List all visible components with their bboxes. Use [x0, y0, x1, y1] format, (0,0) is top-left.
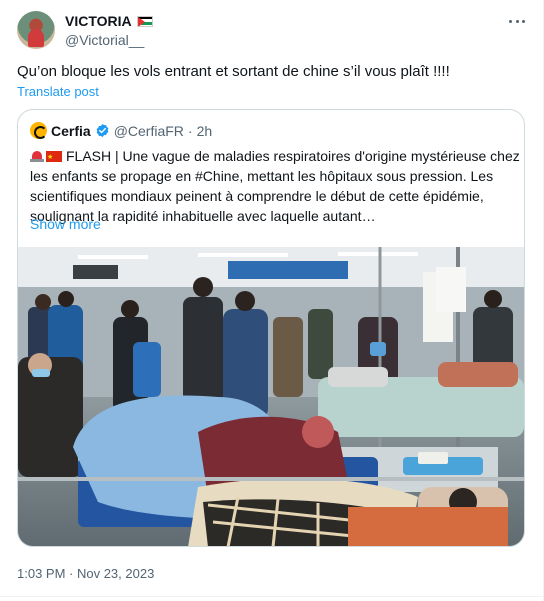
meta-separator: ·	[187, 122, 193, 139]
palestine-flag-icon	[136, 15, 153, 27]
author-handle[interactable]: @Victorial__	[65, 32, 144, 48]
post-timestamp[interactable]: 1:03 PM · Nov 23, 2023	[17, 566, 154, 581]
avatar-figure	[28, 29, 44, 47]
translate-post-link[interactable]: Translate post	[17, 84, 99, 99]
more-options-icon[interactable]	[506, 12, 528, 30]
quoted-tweet[interactable]: Cerfia @CerfiaFR · 2h FLASH | Une vague …	[17, 109, 525, 547]
quoted-tweet-text: FLASH | Une vague de maladies respiratoi…	[30, 146, 520, 226]
quoted-author-handle[interactable]: @CerfiaFR	[114, 123, 184, 139]
china-flag-icon	[46, 148, 62, 168]
verified-badge-icon	[96, 123, 109, 138]
quoted-post-age[interactable]: 2h	[197, 123, 213, 139]
tweet-text: Qu’on bloque les vols entrant et sortant…	[17, 63, 450, 80]
tweet-card: VICTORIA @Victorial__ Qu’on bloque les v…	[0, 0, 544, 601]
author-avatar[interactable]	[17, 11, 55, 49]
cerfia-avatar-icon[interactable]	[30, 122, 47, 139]
quoted-text-line-3: scientifiques mondiaux peinent à compren…	[30, 188, 484, 204]
hospital-corridor-photo[interactable]	[18, 247, 524, 546]
show-more-link[interactable]: Show more	[30, 216, 101, 232]
quoted-tweet-header: Cerfia @CerfiaFR · 2h	[30, 122, 212, 139]
quoted-author-name[interactable]: Cerfia	[51, 123, 91, 139]
quoted-text-line-4: soulignant la rapidité inhabituelle avec…	[30, 208, 376, 224]
siren-emoji-icon	[30, 149, 44, 162]
photo-illustration	[18, 247, 524, 546]
divider	[0, 596, 544, 597]
quoted-text-line: FLASH | Une vague de maladies respiratoi…	[30, 146, 520, 168]
author-display-name[interactable]: VICTORIA	[65, 13, 132, 29]
author-name-row: VICTORIA	[65, 13, 153, 29]
quoted-text-line-1: FLASH | Une vague de maladies respiratoi…	[66, 148, 520, 164]
quoted-text-line-2: les enfants se propage en #Chine, mettan…	[30, 168, 494, 184]
